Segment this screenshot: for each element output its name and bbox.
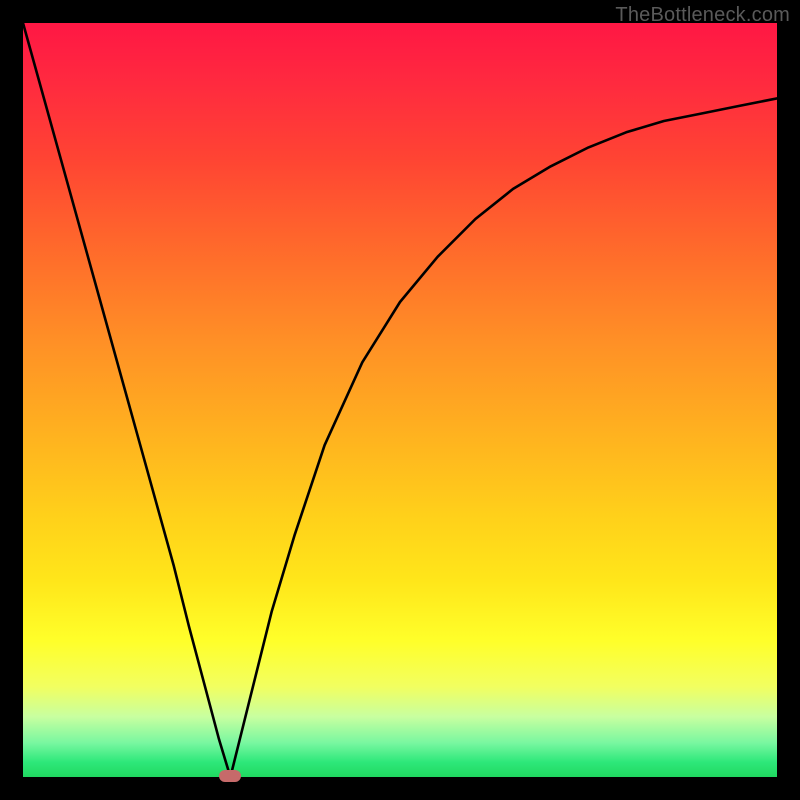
plot-area	[23, 23, 777, 777]
attribution-text: TheBottleneck.com	[615, 4, 790, 27]
minimum-marker	[219, 770, 241, 782]
curve-path	[23, 23, 777, 777]
bottleneck-curve	[23, 23, 777, 777]
chart-frame: TheBottleneck.com	[0, 0, 800, 800]
